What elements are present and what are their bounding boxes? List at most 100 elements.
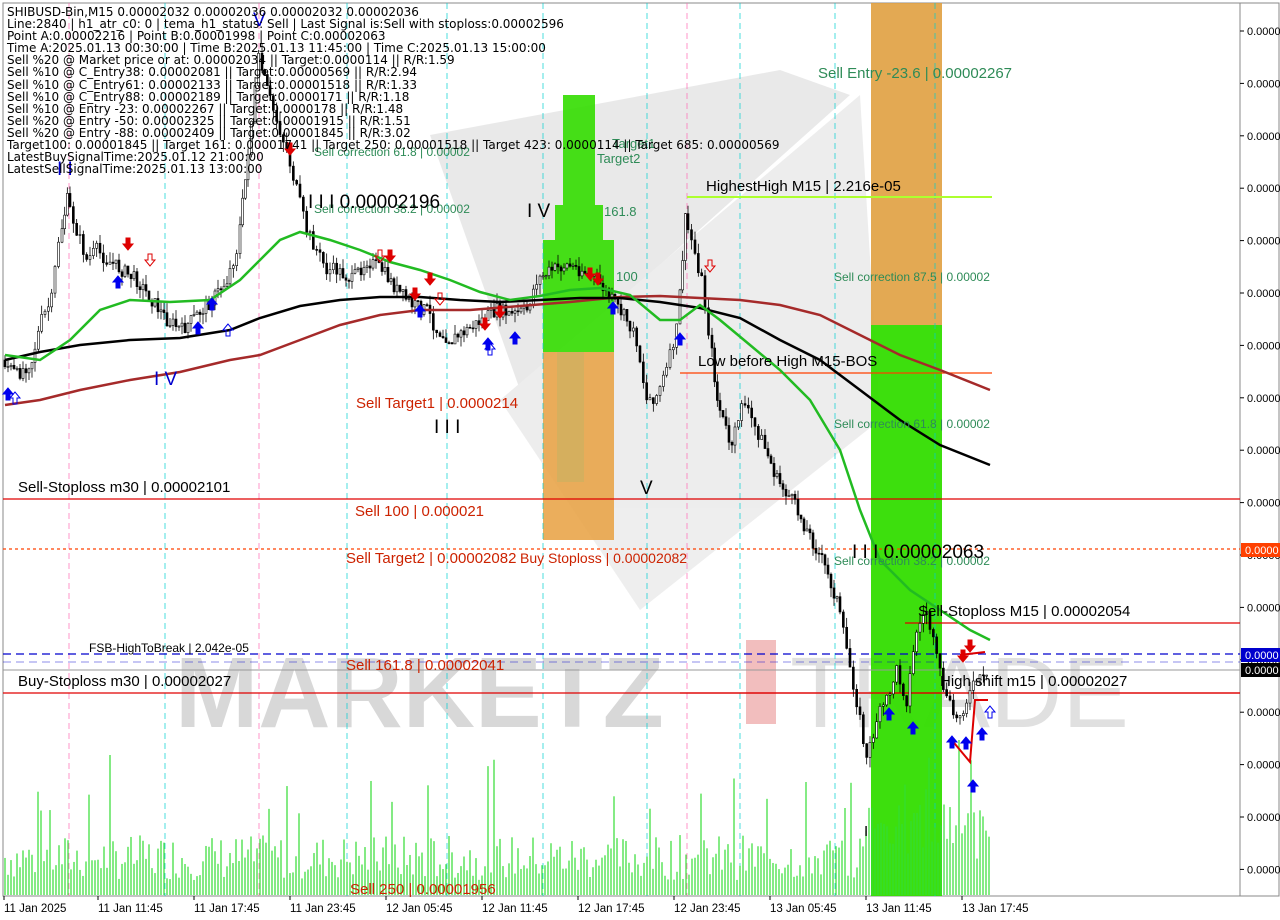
annotation-label: Sell correction 61.8 | 0.00002 xyxy=(834,417,990,431)
candle-body xyxy=(750,407,753,419)
candle-body xyxy=(192,314,196,316)
candle-body xyxy=(757,426,760,440)
candle-body xyxy=(868,742,872,758)
candle-body xyxy=(693,239,697,254)
candle-body xyxy=(88,255,92,260)
y-tick-label: 0.0000 xyxy=(1247,236,1280,248)
level-label: Sell Target2 | 0.00002082 xyxy=(346,550,516,567)
x-tick-label: 11 Jan 2025 xyxy=(4,903,66,915)
candle-body xyxy=(241,197,244,226)
candle-body xyxy=(68,193,72,207)
candle-body xyxy=(341,268,345,279)
candle-body xyxy=(766,448,770,457)
candle-body xyxy=(826,564,830,575)
candle-body xyxy=(625,309,629,322)
annotation-label: I xyxy=(864,823,868,840)
candle-body xyxy=(60,228,64,243)
candle-body xyxy=(228,268,232,285)
candle-body xyxy=(105,262,108,265)
candle-body xyxy=(577,266,581,277)
candle-body xyxy=(350,272,354,282)
candle-body xyxy=(740,403,743,421)
candle-body xyxy=(398,284,402,292)
candle-body xyxy=(98,242,102,254)
candle-body xyxy=(510,311,514,314)
candle-body xyxy=(183,322,187,333)
candle-body xyxy=(668,349,672,368)
candle-body xyxy=(302,196,305,212)
candle-body xyxy=(328,269,332,275)
candle-body xyxy=(6,366,10,368)
y-tick-label: 0.0000 xyxy=(1247,183,1280,195)
candle-body xyxy=(425,304,429,306)
candle-body xyxy=(784,489,788,497)
candle-body xyxy=(63,214,66,229)
candle-body xyxy=(753,417,757,427)
candle-body xyxy=(838,596,842,613)
candle-body xyxy=(820,553,824,556)
candle-body xyxy=(18,368,22,379)
candle-body xyxy=(802,518,806,532)
candle-body xyxy=(865,743,868,758)
annotation-label: I I I 0.00002063 xyxy=(852,542,984,563)
candle-body xyxy=(298,183,302,198)
candle-body xyxy=(238,224,242,254)
candle-body xyxy=(769,455,773,464)
candle-body xyxy=(141,284,145,291)
candle-body xyxy=(772,463,776,477)
candle-body xyxy=(120,271,124,277)
candle-body xyxy=(665,367,668,376)
candle-body xyxy=(547,266,551,276)
x-tick-label: 12 Jan 17:45 xyxy=(578,903,645,915)
candle-body xyxy=(219,288,223,291)
candle-body xyxy=(159,309,163,313)
candle-body xyxy=(799,514,803,520)
candle-body xyxy=(965,702,968,714)
candle-body xyxy=(905,695,908,707)
candle-body xyxy=(123,265,127,277)
y-tick-label: 0.0000 xyxy=(1247,131,1280,143)
candle-body xyxy=(462,330,466,336)
candle-body xyxy=(948,695,952,701)
annotation-label: Sell correction 87.5 | 0.00002 xyxy=(834,270,990,284)
candle-body xyxy=(733,426,737,446)
candle-body xyxy=(198,311,202,315)
candle-body xyxy=(727,425,731,443)
candle-body xyxy=(465,326,469,336)
candle-body xyxy=(872,737,875,743)
y-tick-label: 0.0000 xyxy=(1247,78,1280,90)
candle-body xyxy=(132,271,136,280)
candle-body xyxy=(574,264,578,267)
level-label: Sell-Stoploss m30 | 0.00002101 xyxy=(18,479,230,496)
candle-body xyxy=(338,268,342,275)
candle-body xyxy=(938,653,942,669)
candle-body xyxy=(763,434,767,449)
target-zone-tan xyxy=(557,352,584,482)
candle-body xyxy=(855,688,858,708)
candle-body xyxy=(114,259,118,264)
y-tick-label: 0.0000 xyxy=(1247,760,1280,772)
candle-body xyxy=(580,270,584,277)
candle-body xyxy=(456,333,460,338)
candle-body xyxy=(710,334,714,349)
candle-body xyxy=(638,345,642,363)
candle-body xyxy=(204,300,208,314)
candle-body xyxy=(958,715,962,719)
candle-body xyxy=(244,179,247,199)
candle-body xyxy=(189,315,193,324)
y-tick-label: 0.0000 xyxy=(1247,288,1280,300)
y-tick-label: 0.0000 xyxy=(1247,393,1280,405)
candle-body xyxy=(568,263,572,267)
candle-body xyxy=(359,267,363,276)
candle-body xyxy=(413,300,417,308)
candle-body xyxy=(684,213,687,261)
candle-body xyxy=(92,247,95,256)
candle-body xyxy=(15,368,19,370)
candle-body xyxy=(117,259,121,273)
candle-body xyxy=(955,714,958,719)
candle-body xyxy=(325,262,328,275)
candle-body xyxy=(450,342,454,345)
level-label: Sell 100 | 0.000021 xyxy=(355,503,484,520)
candle-body xyxy=(932,629,935,638)
candle-body xyxy=(72,206,75,224)
